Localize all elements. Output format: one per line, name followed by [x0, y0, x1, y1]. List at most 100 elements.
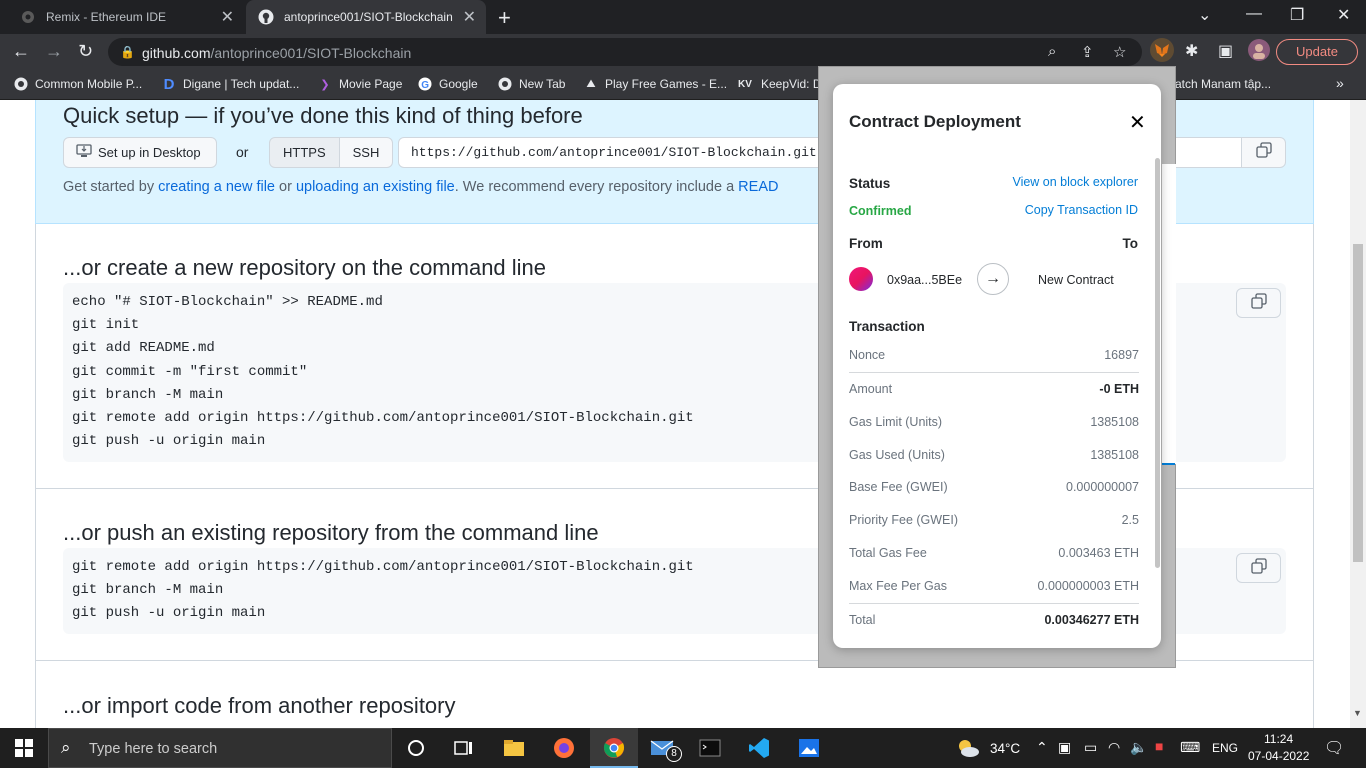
- wifi-icon[interactable]: ◠: [1108, 739, 1120, 756]
- back-icon[interactable]: ←: [12, 41, 30, 62]
- to-label: To: [1122, 236, 1139, 251]
- close-tab-icon[interactable]: ✕: [221, 7, 234, 27]
- ssh-button[interactable]: SSH: [339, 137, 394, 168]
- bookmark-item[interactable]: ⛰ Play Free Games - E...: [584, 77, 727, 91]
- globe-icon: [498, 77, 512, 91]
- https-button[interactable]: HTTPS: [269, 137, 340, 168]
- minimize-icon[interactable]: —: [1246, 5, 1262, 23]
- copy-create-commands-button[interactable]: [1236, 288, 1281, 318]
- page-scrollbar[interactable]: ▼: [1350, 100, 1366, 728]
- clock-time[interactable]: 11:24: [1264, 732, 1293, 746]
- close-tab-icon[interactable]: ✕: [463, 7, 476, 27]
- bookmark-item[interactable]: KV KeepVid: D: [736, 77, 821, 91]
- firefox-icon[interactable]: [552, 736, 576, 760]
- terminal-icon[interactable]: [698, 736, 722, 760]
- bookmark-item[interactable]: New Tab: [498, 77, 565, 91]
- temperature[interactable]: 34°C: [990, 741, 1020, 756]
- dialog-scrollbar[interactable]: [1155, 158, 1160, 568]
- svg-text:G: G: [421, 80, 429, 91]
- notifications-icon[interactable]: 🗨: [1324, 738, 1344, 758]
- chrome-icon[interactable]: [602, 736, 626, 760]
- metamask-progress-line: [1162, 463, 1175, 465]
- copy-clone-url-button[interactable]: [1241, 137, 1286, 168]
- extensions-puzzle-icon[interactable]: ✱: [1185, 41, 1198, 61]
- keyboard-icon[interactable]: ⌨: [1180, 739, 1200, 756]
- scroll-down-arrow-icon[interactable]: ▼: [1353, 708, 1362, 718]
- desktop-download-icon: [76, 144, 92, 161]
- view-block-explorer-link[interactable]: View on block explorer: [1012, 175, 1138, 189]
- upload-file-link[interactable]: uploading an existing file: [296, 179, 455, 195]
- movie-page-icon: ❯: [320, 78, 330, 91]
- file-explorer-icon[interactable]: [502, 736, 526, 760]
- network-adapter-icon[interactable]: ▣: [1058, 739, 1071, 756]
- tab-search-icon[interactable]: ⌄: [1198, 5, 1211, 25]
- setup-text-suffix: . We recommend every repository include …: [454, 179, 739, 195]
- taskbar-search-box[interactable]: ⌕ Type here to search: [48, 728, 392, 768]
- setup-help-text: Get started by creating a new file or up…: [63, 179, 778, 195]
- bookmark-label: Digane | Tech updat...: [183, 77, 300, 91]
- copy-transaction-id-link[interactable]: Copy Transaction ID: [1025, 203, 1138, 217]
- bookmark-label: Play Free Games - E...: [605, 77, 728, 91]
- from-address[interactable]: 0x9aa...5BEe: [887, 273, 962, 287]
- photos-icon[interactable]: [797, 736, 821, 760]
- tab-remix[interactable]: Remix - Ethereum IDE ✕: [12, 0, 244, 34]
- amount-value: -0 ETH: [1099, 382, 1139, 396]
- bookmark-item[interactable]: Common Mobile P...: [14, 77, 142, 91]
- bookmark-label: New Tab: [519, 77, 566, 91]
- restore-icon[interactable]: ❐: [1290, 5, 1304, 25]
- side-panel-icon[interactable]: ▣: [1218, 41, 1233, 61]
- arrow-right-icon: →: [977, 263, 1009, 295]
- metamask-fox-icon[interactable]: [1150, 38, 1174, 67]
- protocol-selector: HTTPS SSH: [269, 137, 394, 168]
- copy-push-commands-button[interactable]: [1236, 553, 1281, 583]
- max-fee-per-gas-value: 0.000000003 ETH: [1037, 579, 1139, 593]
- bookmark-item[interactable]: D Digane | Tech updat...: [162, 75, 300, 93]
- volume-icon[interactable]: 🔈: [1130, 739, 1147, 756]
- scrollbar-thumb[interactable]: [1353, 244, 1363, 562]
- cortana-icon[interactable]: [404, 736, 428, 760]
- input-language[interactable]: ENG: [1212, 741, 1238, 755]
- clock-date[interactable]: 07-04-2022: [1248, 749, 1309, 763]
- more-bookmarks-icon[interactable]: »: [1336, 75, 1344, 91]
- bookmark-item[interactable]: G Google: [418, 77, 478, 91]
- setup-text-prefix: Get started by: [63, 179, 159, 195]
- bookmark-star-icon[interactable]: ☆: [1113, 43, 1126, 61]
- bookmark-label: Movie Page: [339, 77, 403, 91]
- reload-icon[interactable]: ↻: [78, 41, 93, 62]
- copy-icon: [1250, 557, 1267, 579]
- setup-desktop-button[interactable]: Set up in Desktop: [63, 137, 217, 168]
- base-fee-value: 0.000000007: [1066, 480, 1139, 494]
- lock-icon[interactable]: 🔒: [120, 45, 135, 59]
- setup-text-mid: or: [274, 179, 296, 195]
- android-icon: [14, 77, 28, 91]
- vscode-icon[interactable]: [747, 736, 771, 760]
- push-repo-title: ...or push an existing repository from t…: [63, 520, 599, 545]
- browser-tab-strip: Remix - Ethereum IDE ✕ antoprince001/SIO…: [0, 0, 1366, 34]
- security-alert-icon[interactable]: ■: [1155, 738, 1163, 754]
- total-gas-fee-value: 0.003463 ETH: [1058, 546, 1139, 560]
- readme-link[interactable]: READ: [738, 179, 778, 195]
- taskbar-search-placeholder: Type here to search: [89, 741, 218, 757]
- games-icon: ⛰: [586, 77, 596, 90]
- show-hidden-icons-icon[interactable]: ⌃: [1036, 739, 1048, 756]
- update-button[interactable]: Update: [1276, 39, 1358, 65]
- weather-icon[interactable]: [956, 738, 980, 761]
- battery-icon[interactable]: ▭: [1084, 739, 1097, 756]
- close-window-icon[interactable]: ✕: [1337, 5, 1350, 25]
- bookmark-item[interactable]: ❯ Movie Page: [318, 77, 402, 91]
- bookmark-item[interactable]: atch Manam tập...: [1175, 77, 1271, 91]
- windows-start-icon[interactable]: [12, 736, 36, 760]
- address-bar[interactable]: 🔒 github.com/antoprince001/SIOT-Blockcha…: [108, 38, 1142, 66]
- bookmark-label: atch Manam tập...: [1175, 77, 1272, 91]
- new-tab-icon[interactable]: +: [498, 5, 511, 31]
- priority-fee-value: 2.5: [1121, 513, 1139, 527]
- create-file-link[interactable]: creating a new file: [158, 179, 275, 195]
- digane-d-icon: D: [163, 75, 175, 93]
- zoom-icon[interactable]: ⌕: [1048, 43, 1056, 60]
- close-icon[interactable]: ✕: [1129, 110, 1146, 135]
- task-view-icon[interactable]: [452, 736, 476, 760]
- forward-icon[interactable]: →: [45, 41, 63, 62]
- tab-github[interactable]: antoprince001/SIOT-Blockchain ✕: [246, 0, 486, 34]
- share-icon[interactable]: ⇪: [1081, 43, 1094, 61]
- profile-avatar[interactable]: [1248, 39, 1270, 66]
